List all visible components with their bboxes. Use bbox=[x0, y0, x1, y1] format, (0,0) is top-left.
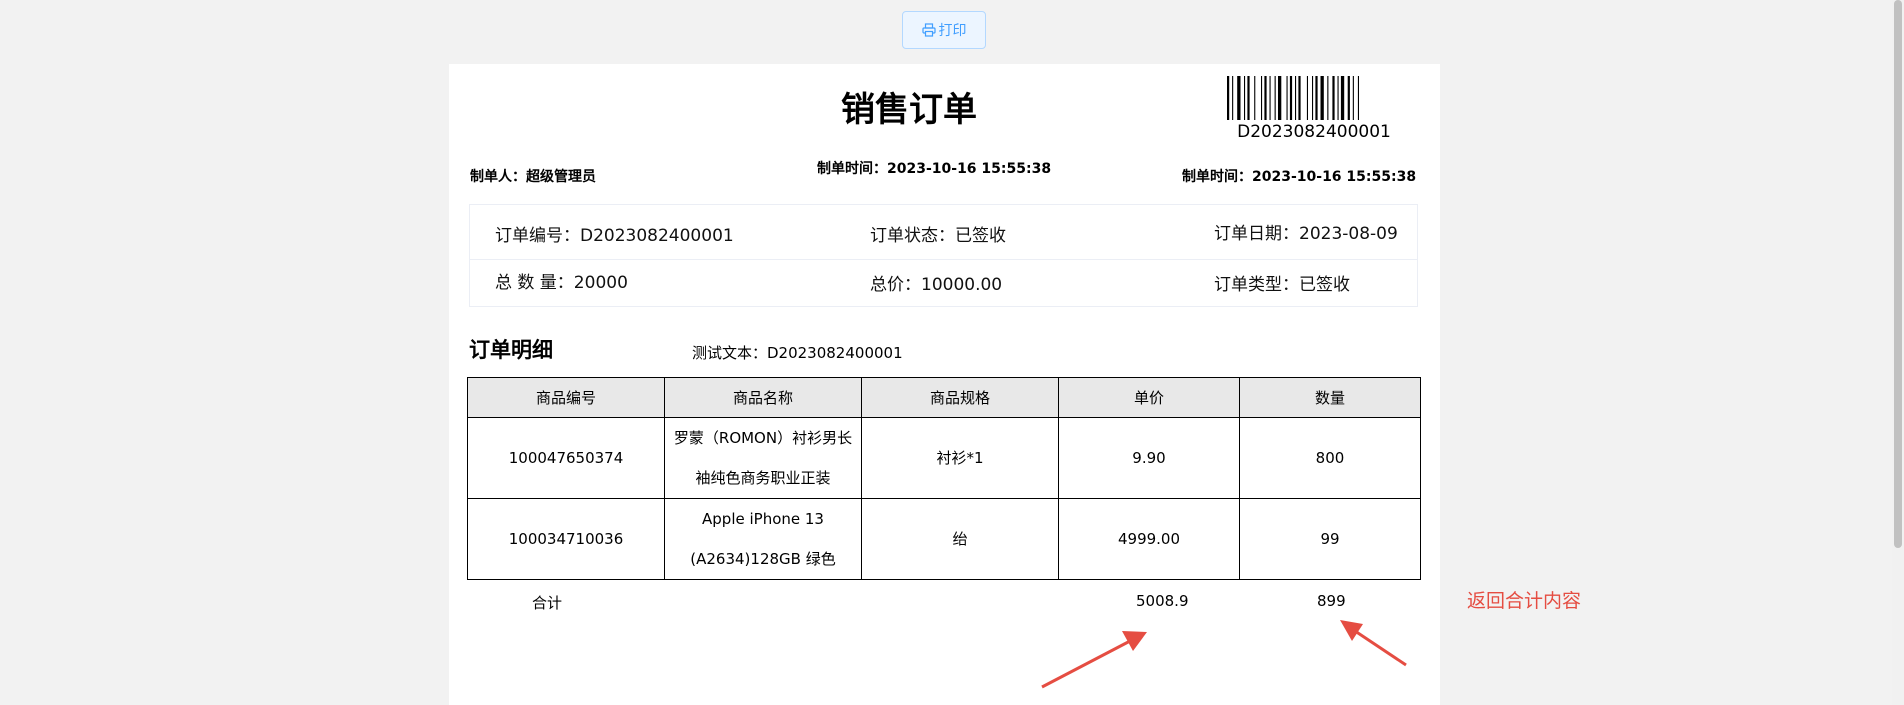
table-cell: 9.90 bbox=[1058, 417, 1240, 499]
print-button-label: 打印 bbox=[938, 23, 967, 39]
info-divider bbox=[470, 259, 1417, 260]
table-cell: 4999.00 bbox=[1058, 498, 1240, 580]
make-time-center: 制单时间：2023-10-16 15:55:38 bbox=[817, 161, 1052, 177]
table-row: 100047650374 罗蒙（ROMON）衬衫男长袖纯色商务职业正装 衬衫*1… bbox=[467, 417, 1421, 499]
total-price: 总价：10000.00 bbox=[870, 275, 1003, 295]
order-type: 订单类型：已签收 bbox=[1214, 275, 1350, 295]
table-cell: Apple iPhone 13 (A2634)128GB 绿色 bbox=[664, 498, 862, 580]
column-header: 商品名称 bbox=[664, 377, 862, 418]
print-page: 销售订单 D2023082400001 制单人：超级管理员 制单时间：2023-… bbox=[449, 64, 1440, 705]
test-text: 测试文本：D2023082400001 bbox=[692, 344, 903, 362]
table-cell: 100047650374 bbox=[467, 417, 665, 499]
total-label: 合计 bbox=[532, 594, 563, 612]
make-time-right: 制单时间：2023-10-16 15:55:38 bbox=[1182, 169, 1417, 185]
table-row: 100034710036 Apple iPhone 13 (A2634)128G… bbox=[467, 498, 1421, 580]
table-cell: 罗蒙（ROMON）衬衫男长袖纯色商务职业正装 bbox=[664, 417, 862, 499]
scrollbar-thumb[interactable] bbox=[1894, 0, 1902, 548]
table-cell: 99 bbox=[1239, 498, 1421, 580]
total-quantity: 总 数 量：20000 bbox=[495, 273, 628, 293]
table-cell: 800 bbox=[1239, 417, 1421, 499]
order-status: 订单状态：已签收 bbox=[870, 226, 1006, 246]
order-info-box: 订单编号：D2023082400001 订单状态：已签收 订单日期：2023-0… bbox=[469, 204, 1418, 307]
detail-title: 订单明细 bbox=[469, 338, 553, 362]
printer-icon bbox=[921, 23, 936, 37]
maker-label: 制单人：超级管理员 bbox=[470, 169, 596, 185]
total-quantity-sum: 899 bbox=[1317, 592, 1346, 610]
table-cell: 100034710036 bbox=[467, 498, 665, 580]
column-header: 单价 bbox=[1058, 377, 1240, 418]
order-date: 订单日期：2023-08-09 bbox=[1214, 224, 1398, 244]
table-cell: 衬衫*1 bbox=[861, 417, 1059, 499]
column-header: 数量 bbox=[1239, 377, 1421, 418]
barcode-number: D2023082400001 bbox=[1237, 122, 1391, 142]
total-price-sum: 5008.9 bbox=[1136, 592, 1189, 610]
table-cell: 绐 bbox=[861, 498, 1059, 580]
column-header: 商品编号 bbox=[467, 377, 665, 418]
order-detail-table: 商品编号 商品名称 商品规格 单价 数量 100047650374 罗蒙（ROM… bbox=[467, 377, 1421, 580]
annotation-text: 返回合计内容 bbox=[1467, 590, 1582, 612]
vertical-scrollbar[interactable] bbox=[1892, 0, 1904, 705]
table-header-row: 商品编号 商品名称 商品规格 单价 数量 bbox=[467, 377, 1421, 418]
column-header: 商品规格 bbox=[861, 377, 1059, 418]
print-button[interactable]: 打印 bbox=[902, 11, 986, 49]
order-number: 订单编号：D2023082400001 bbox=[495, 226, 734, 246]
